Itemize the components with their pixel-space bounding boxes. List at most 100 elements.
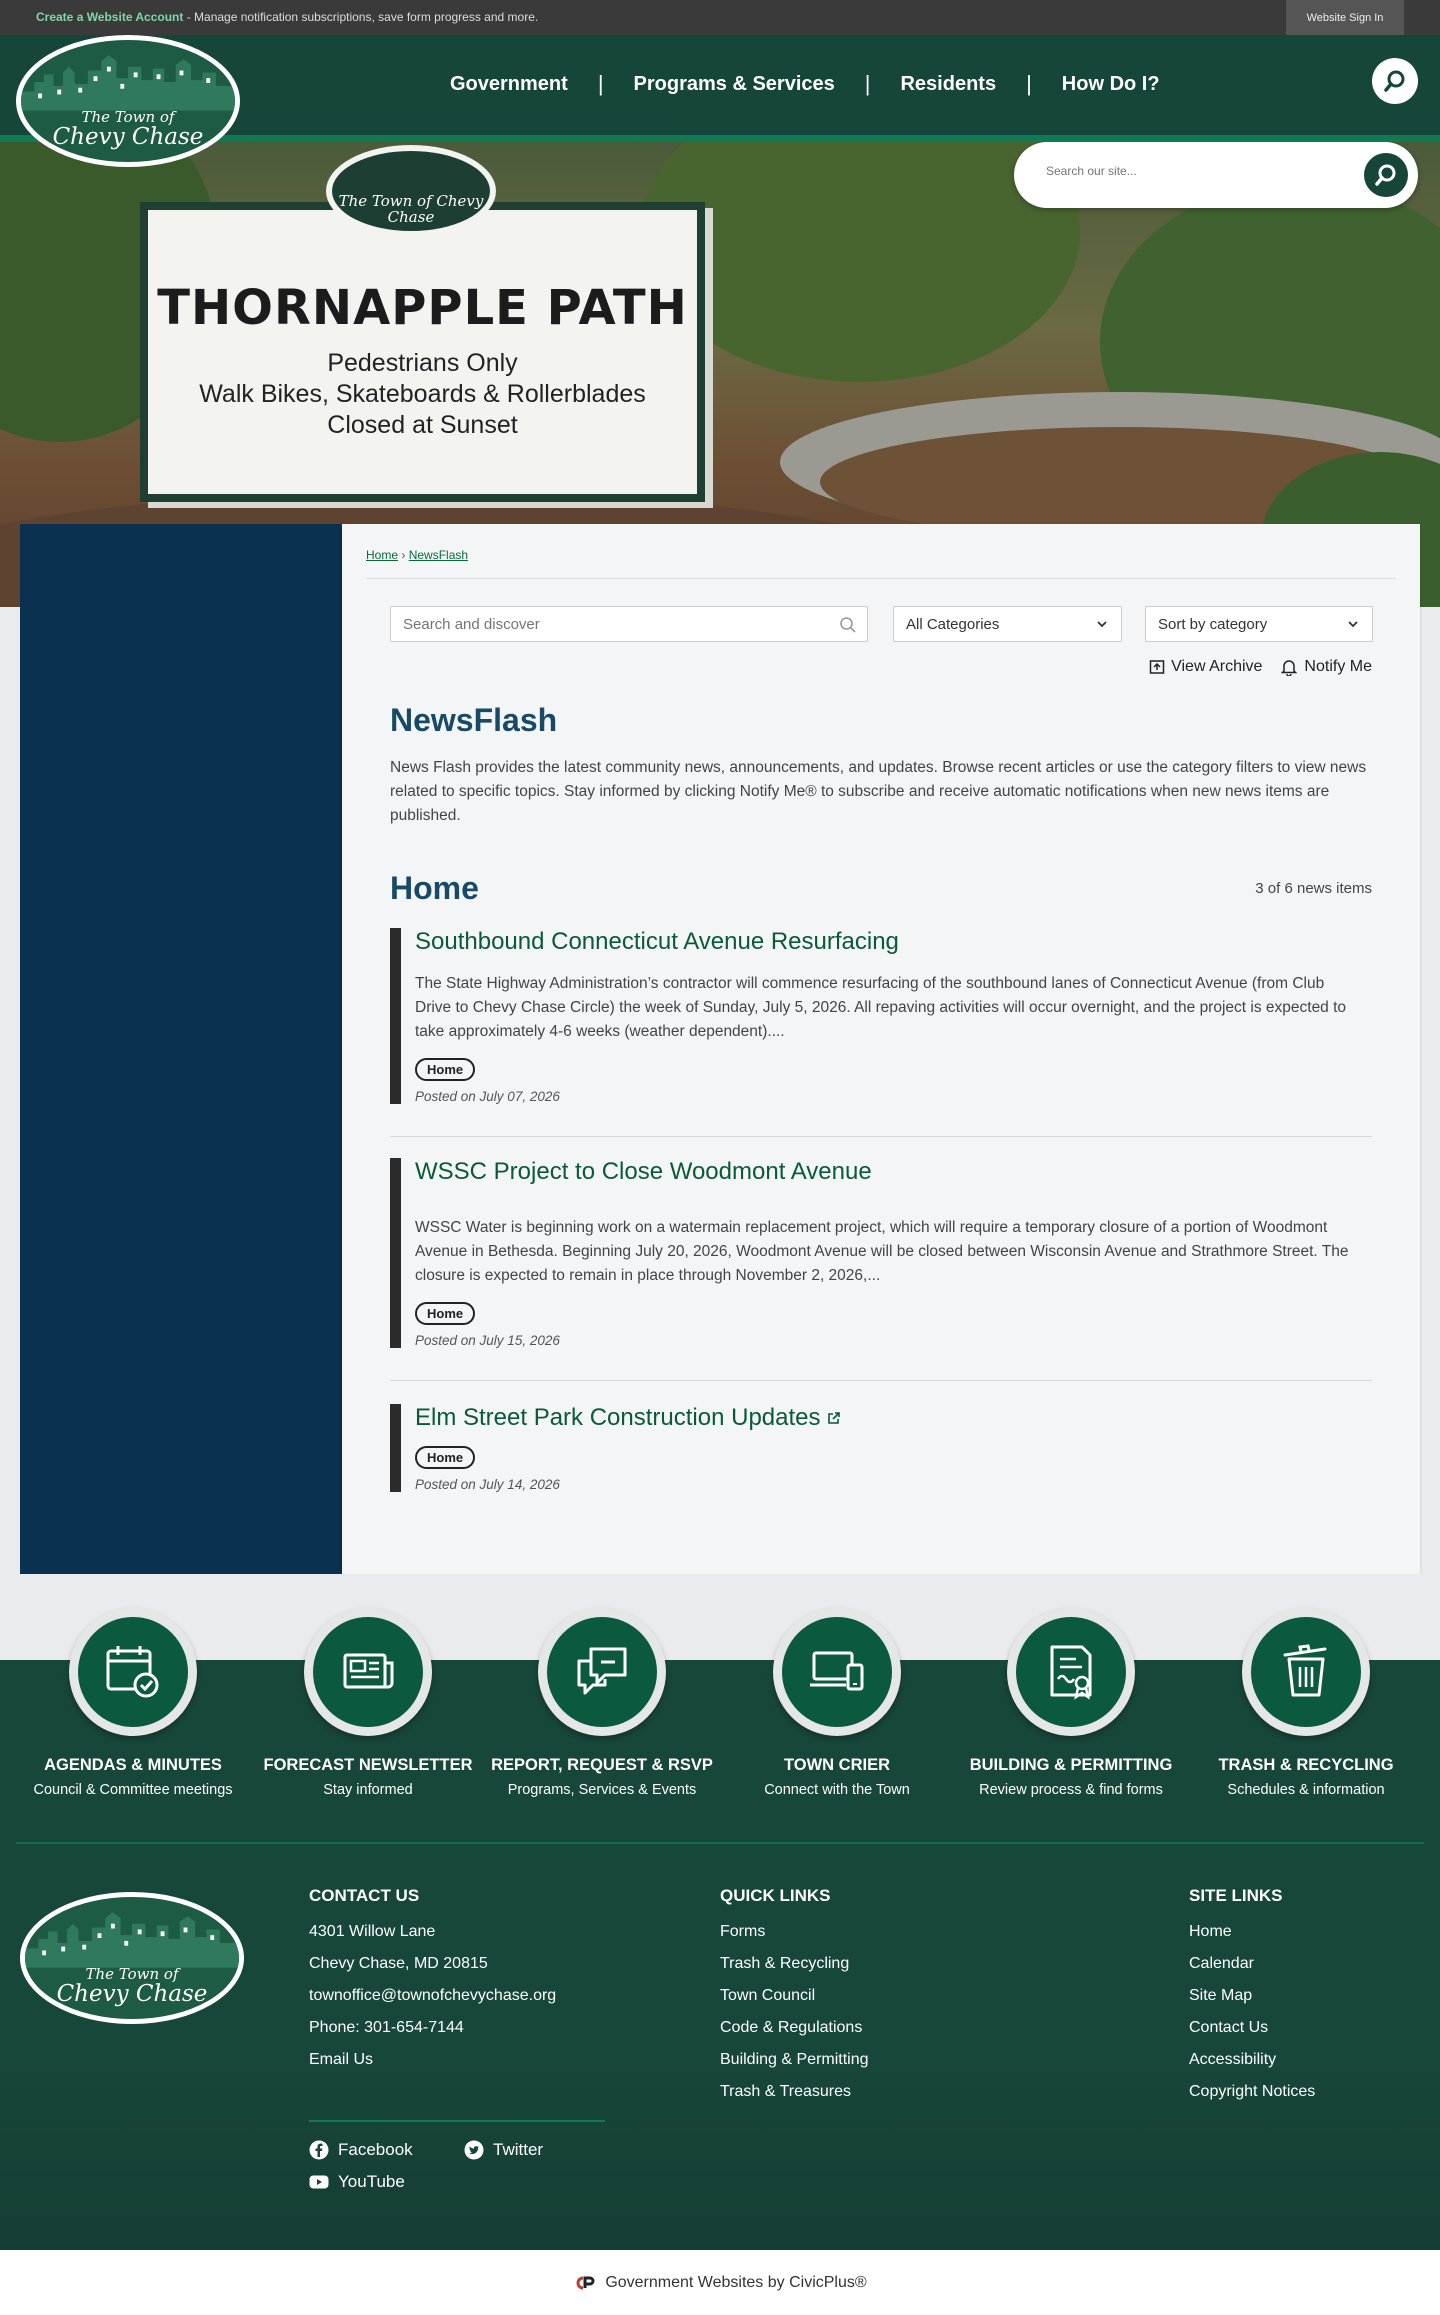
nav-how-do-i[interactable]: How Do I? xyxy=(1032,73,1190,96)
news-item-summary: WSSC Water is beginning work on a waterm… xyxy=(415,1219,1349,1284)
footer-link[interactable]: Copyright Notices xyxy=(1189,2076,1315,2108)
news-item: Elm Street Park Construction Updates Hom… xyxy=(390,1404,1372,1492)
tile-building-permitting[interactable]: BUILDING & PERMITTING Review process & f… xyxy=(956,1608,1186,1798)
tile-town-crier[interactable]: TOWN CRIER Connect with the Town xyxy=(722,1608,952,1798)
chat-bubbles-icon xyxy=(577,1647,627,1695)
sort-select[interactable]: Sort by category xyxy=(1145,606,1373,642)
notify-me-label: Notify Me xyxy=(1304,658,1372,675)
footer-link[interactable]: Site Map xyxy=(1189,1980,1315,2012)
tile-label: REPORT, REQUEST & RSVP xyxy=(491,1756,713,1774)
vendor-credit[interactable]: Government Websites by CivicPlus® xyxy=(605,2274,866,2292)
twitter-icon xyxy=(464,2140,484,2160)
news-item-title[interactable]: Elm Street Park Construction Updates xyxy=(415,1404,1372,1432)
youtube-icon xyxy=(309,2175,329,2189)
news-item-tag[interactable]: Home xyxy=(415,1058,476,1081)
page-description: News Flash provides the latest community… xyxy=(390,759,1367,824)
town-logo[interactable]: The Town of Chevy Chase xyxy=(16,35,240,167)
tile-agendas-minutes[interactable]: AGENDAS & MINUTES Council & Committee me… xyxy=(18,1608,248,1798)
tile-label: BUILDING & PERMITTING xyxy=(969,1756,1173,1774)
tile-subtitle: Review process & find forms xyxy=(979,1782,1163,1798)
search-icon xyxy=(1384,70,1405,92)
news-search-input[interactable] xyxy=(403,616,833,633)
youtube-label: YouTube xyxy=(338,2172,405,2191)
news-item-title[interactable]: Southbound Connecticut Avenue Resurfacin… xyxy=(415,928,1372,956)
category-select[interactable]: All Categories xyxy=(893,606,1122,642)
footer-link[interactable]: Calendar xyxy=(1189,1948,1315,1980)
logo-text-line2: Chevy Chase xyxy=(52,124,204,150)
create-account-notice: Create a Website Account - Manage notifi… xyxy=(36,10,538,24)
create-account-description: - Manage notification subscriptions, sav… xyxy=(183,10,539,24)
news-item-title[interactable]: WSSC Project to Close Woodmont Avenue xyxy=(415,1158,1372,1186)
chevron-down-icon xyxy=(1348,621,1358,628)
news-search-box xyxy=(390,606,868,642)
footer-link[interactable]: Trash & Recycling xyxy=(720,1948,869,1980)
breadcrumb-current[interactable]: NewsFlash xyxy=(409,548,468,562)
site-search-button[interactable] xyxy=(1364,153,1408,197)
tile-forecast-newsletter[interactable]: FORECAST NEWSLETTER Stay informed xyxy=(253,1608,483,1798)
news-item-date: Posted on July 15, 2026 xyxy=(415,1333,560,1348)
footer-email[interactable]: townoffice@townofchevychase.org xyxy=(309,1980,556,2012)
footer-logo[interactable]: The Town of Chevy Chase xyxy=(20,1892,244,2024)
devices-icon xyxy=(810,1651,864,1691)
news-count: 3 of 6 news items xyxy=(1255,880,1372,897)
footer-link[interactable]: Trash & Treasures xyxy=(720,2076,869,2108)
external-link-icon xyxy=(828,1412,840,1424)
category-select-value: All Categories xyxy=(906,616,1000,633)
news-item-title-text: Elm Street Park Construction Updates xyxy=(415,1404,821,1431)
breadcrumb-home[interactable]: Home xyxy=(366,548,398,562)
bell-icon xyxy=(1281,660,1298,676)
youtube-link[interactable]: YouTube xyxy=(309,2172,405,2192)
tile-subtitle: Council & Committee meetings xyxy=(33,1782,233,1798)
vendor-footer: Government Websites by CivicPlus® xyxy=(0,2250,1440,2315)
breadcrumb: Home › NewsFlash xyxy=(366,548,468,562)
nav-government[interactable]: Government xyxy=(420,73,598,96)
tiles-divider xyxy=(16,1842,1424,1844)
website-sign-in-button[interactable]: Website Sign In xyxy=(1286,0,1404,35)
tile-report-request-rsvp[interactable]: REPORT, REQUEST & RSVP Programs, Service… xyxy=(487,1608,717,1798)
footer-link[interactable]: Building & Permitting xyxy=(720,2044,869,2076)
footer-contact-heading: CONTACT US xyxy=(309,1886,420,1905)
footer-link[interactable]: Town Council xyxy=(720,1980,869,2012)
news-item: WSSC Project to Close Woodmont Avenue WS… xyxy=(390,1158,1372,1348)
header-search-button[interactable] xyxy=(1372,58,1418,104)
create-account-link[interactable]: Create a Website Account xyxy=(36,10,183,24)
newspaper-icon xyxy=(343,1653,394,1689)
footer-link[interactable]: Home xyxy=(1189,1916,1315,1948)
facebook-link[interactable]: Facebook xyxy=(309,2140,413,2160)
page-title: NewsFlash xyxy=(390,702,558,738)
news-item-date: Posted on July 07, 2026 xyxy=(415,1089,560,1104)
news-item-summary: The State Highway Administration’s contr… xyxy=(415,975,1347,1040)
tile-trash-recycling[interactable]: TRASH & RECYCLING Schedules & informatio… xyxy=(1191,1608,1421,1798)
footer-address-line2: Chevy Chase, MD 20815 xyxy=(309,1955,488,1972)
tile-subtitle: Connect with the Town xyxy=(764,1782,910,1798)
search-icon[interactable] xyxy=(839,616,857,634)
footer-link[interactable]: Forms xyxy=(720,1916,869,1948)
view-archive-label: View Archive xyxy=(1171,658,1263,675)
news-item-tag[interactable]: Home xyxy=(415,1302,476,1325)
twitter-link[interactable]: Twitter xyxy=(464,2140,543,2160)
footer-link[interactable]: Contact Us xyxy=(1189,2012,1315,2044)
sort-select-value: Sort by category xyxy=(1158,616,1268,633)
notify-me-link[interactable]: Notify Me xyxy=(1280,658,1372,676)
footer-phone: Phone: 301-654-7144 xyxy=(309,2019,464,2036)
news-item-date: Posted on July 14, 2026 xyxy=(415,1477,560,1492)
news-divider xyxy=(390,1136,1372,1137)
footer-link[interactable]: Accessibility xyxy=(1189,2044,1315,2076)
footer-address-line1: 4301 Willow Lane xyxy=(309,1923,436,1940)
news-item-tag[interactable]: Home xyxy=(415,1446,476,1469)
nav-programs-services[interactable]: Programs & Services xyxy=(604,73,865,96)
site-header: The Town of Chevy Chase Government | Pro… xyxy=(0,35,1440,167)
sign-line: Walk Bikes, Skateboards & Rollerblades xyxy=(199,380,646,408)
footer-link[interactable]: Code & Regulations xyxy=(720,2012,869,2044)
view-archive-link[interactable]: View Archive xyxy=(1149,658,1262,676)
footer-email-us-link[interactable]: Email Us xyxy=(309,2044,556,2076)
trash-bin-icon xyxy=(1283,1644,1327,1697)
town-skyline-icon xyxy=(25,1912,239,1968)
tile-label: AGENDAS & MINUTES xyxy=(44,1756,222,1774)
nav-residents[interactable]: Residents xyxy=(870,73,1026,96)
site-search-input[interactable] xyxy=(1046,164,1346,178)
certificate-icon xyxy=(1050,1645,1092,1700)
calendar-check-icon xyxy=(106,1646,159,1698)
town-skyline-icon xyxy=(21,55,235,111)
site-search-box xyxy=(1014,142,1418,208)
